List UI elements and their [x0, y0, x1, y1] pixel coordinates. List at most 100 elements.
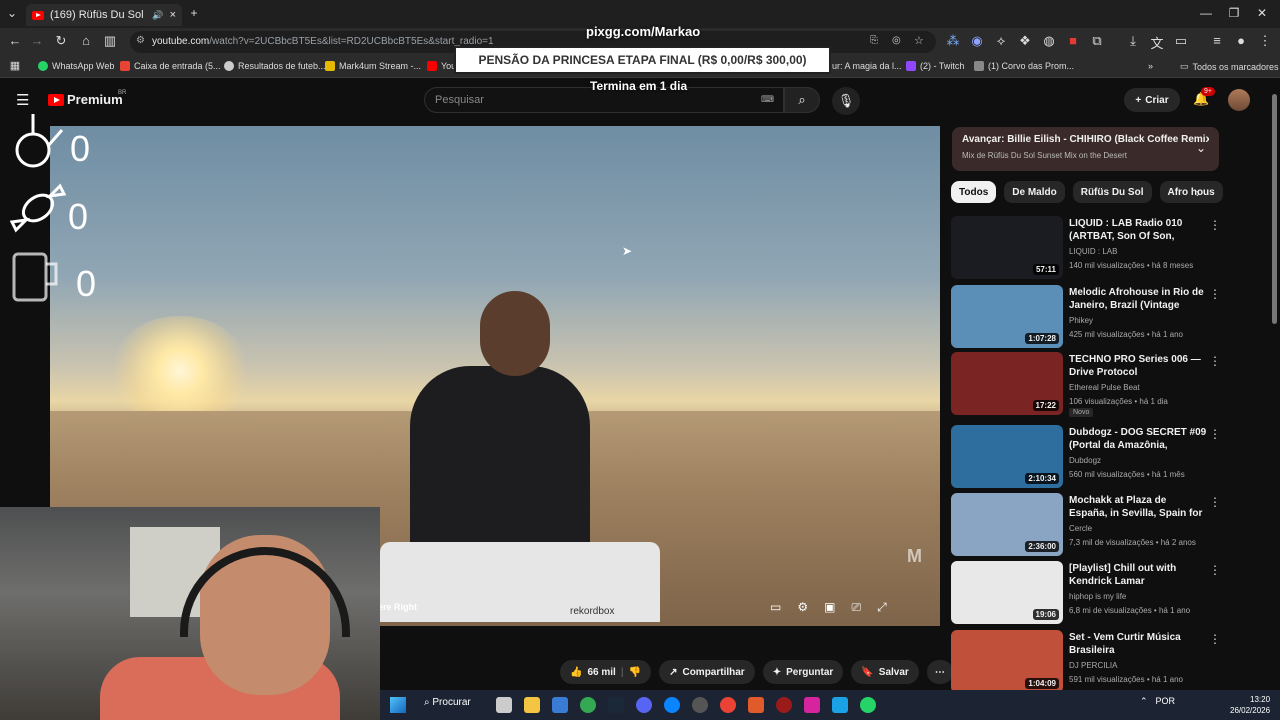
tab-close-icon[interactable]: × [170, 9, 176, 21]
video-thumbnail[interactable]: 2:10:34 [951, 425, 1063, 488]
more-vertical-icon[interactable]: ⋮ [1209, 218, 1221, 232]
chip-todos[interactable]: Todos [951, 181, 997, 203]
video-title[interactable]: [Playlist] Chill out with Kendrick Lamar [1069, 562, 1207, 588]
reload-icon[interactable]: ↻ [52, 33, 70, 49]
xbox-icon[interactable] [580, 697, 596, 713]
recommended-video[interactable]: 19:06 [Playlist] Chill out with Kendrick … [951, 561, 1221, 625]
home-icon[interactable]: ⌂ [77, 33, 95, 48]
video-thumbnail[interactable]: 57:11 [951, 216, 1063, 279]
system-tray[interactable]: ⌃ POR [1140, 696, 1175, 707]
bookmark-twitch[interactable]: (2) - Twitch [906, 61, 964, 71]
video-thumbnail[interactable]: 1:04:09 [951, 630, 1063, 693]
video-title[interactable]: Mochakk at Plaza de España, in Sevilla, … [1069, 494, 1207, 520]
cast-icon[interactable]: ▭ [1172, 33, 1190, 49]
extensions-puzzle-icon[interactable]: ⧉ [1088, 33, 1106, 49]
channel-name[interactable]: hiphop is my life [1069, 592, 1126, 601]
extension-icon-4[interactable]: ❖ [1016, 33, 1034, 49]
tab-youtube[interactable]: (169) Rüfüs Du Sol Sunset M 🔊 × [26, 4, 182, 26]
scrollbar-thumb[interactable] [1272, 94, 1277, 324]
endscreen-label[interactable]: ere Right [378, 602, 417, 612]
browser-menu-icon[interactable]: ⋮ [1256, 33, 1274, 49]
channel-name[interactable]: DJ PERCILIA [1069, 661, 1117, 670]
page-scrollbar[interactable] [1270, 84, 1278, 684]
more-vertical-icon[interactable]: ⋮ [1209, 287, 1221, 301]
app-icon-red[interactable] [776, 697, 792, 713]
channel-name[interactable]: Ethereal Pulse Beat [1069, 383, 1140, 392]
miniplayer-icon[interactable]: ▣ [824, 600, 835, 615]
fullscreen-icon[interactable]: ⤢ [877, 600, 887, 615]
chevron-right-icon[interactable]: › [1196, 186, 1200, 200]
file-explorer-icon[interactable] [524, 697, 540, 713]
thumbs-down-icon[interactable]: 👎 [629, 667, 641, 678]
discord-icon[interactable] [636, 697, 652, 713]
task-view-icon[interactable] [496, 697, 512, 713]
video-title[interactable]: Melodic Afrohouse in Rio de Janeiro, Bra… [1069, 286, 1207, 312]
channel-name[interactable]: Phikey [1069, 316, 1093, 325]
apps-grid-icon[interactable]: ▦ [6, 59, 24, 72]
video-title[interactable]: LIQUID : LAB Radio 010 (ARTBAT, Son Of S… [1069, 217, 1207, 243]
recommended-video[interactable]: 2:10:34 Dubdogz - DOG SECRET #09 (Portal … [951, 425, 1221, 489]
new-tab-button[interactable]: + [184, 6, 204, 20]
all-bookmarks-folder[interactable]: ▭ Todos os marcadores [1180, 61, 1279, 72]
bookmark-gmail[interactable]: Caixa de entrada (5... [120, 61, 221, 71]
eye-off-icon[interactable]: ◎ [892, 35, 901, 46]
playlist-upnext-panel[interactable]: Avançar: Billie Eilish - CHIHIRO (Black … [952, 127, 1219, 171]
settings-gear-icon[interactable]: ⚙ [797, 600, 808, 615]
voice-search-button[interactable]: 🎙 [832, 87, 860, 115]
bookmark-futebol[interactable]: Resultados de futeb... [224, 61, 326, 71]
recommended-video[interactable]: 2:36:00 Mochakk at Plaza de España, in Se… [951, 493, 1221, 557]
recommended-video[interactable]: 17:22 TECHNO PRO Series 006 — Drive Proto… [951, 352, 1221, 417]
recommended-video[interactable]: 1:07:28 Melodic Afrohouse in Rio de Janei… [951, 285, 1221, 349]
ask-button[interactable]: ✦ Perguntar [762, 660, 844, 684]
channel-name[interactable]: LIQUID : LAB [1069, 247, 1117, 256]
app-icon-blue[interactable] [832, 697, 848, 713]
search-button[interactable]: ⌕ [784, 87, 820, 113]
video-thumbnail[interactable]: 1:07:28 [951, 285, 1063, 348]
more-vertical-icon[interactable]: ⋮ [1209, 495, 1221, 509]
create-button[interactable]: + Criar [1124, 88, 1180, 112]
extension-icon-3[interactable]: ⟡ [992, 33, 1010, 49]
tray-chevron-icon[interactable]: ⌃ [1140, 696, 1148, 706]
bookmark-youtube[interactable]: You [427, 61, 456, 71]
chip-de-maldo[interactable]: De Maldo [1004, 181, 1065, 203]
keyboard-icon[interactable]: ⌨ [761, 94, 774, 105]
steam-icon[interactable] [608, 697, 624, 713]
video-thumbnail[interactable]: 2:36:00 [951, 493, 1063, 556]
bookmarks-overflow-icon[interactable]: » [1148, 61, 1153, 71]
bookmark-corvo[interactable]: (1) Corvo das Prom... [974, 61, 1074, 71]
bookmark-star-icon[interactable]: ☆ [914, 34, 924, 47]
save-button[interactable]: 🔖 Salvar [851, 660, 919, 684]
bookmark-magia[interactable]: ur: A magia da l... [832, 61, 902, 71]
bookmark-whatsapp[interactable]: WhatsApp Web [38, 61, 114, 71]
tab-search-icon[interactable]: ⌄ [2, 6, 22, 20]
recommended-video[interactable]: 1:04:09 Set - Vem Curtir Música Brasileir… [951, 630, 1221, 694]
more-actions-button[interactable]: ⋯ [926, 660, 953, 684]
channel-watermark-icon[interactable]: M [907, 546, 922, 567]
share-button[interactable]: ↗ Compartilhar [659, 660, 755, 684]
like-button[interactable]: 👍 66 mil | 👎 [560, 660, 652, 684]
taskbar-clock[interactable]: 13:20 26/02/2026 [1230, 694, 1270, 716]
windows-start-icon[interactable] [390, 697, 406, 713]
sidepanel-icon[interactable]: ▥ [101, 33, 119, 49]
channel-name[interactable]: Dubdogz [1069, 456, 1101, 465]
video-title[interactable]: Set - Vem Curtir Música Brasileira [1069, 631, 1207, 657]
more-vertical-icon[interactable]: ⋮ [1209, 632, 1221, 646]
chip-afro-house[interactable]: Afro hous [1159, 181, 1223, 203]
back-icon[interactable]: ← [6, 33, 24, 48]
extension-icon-6[interactable]: ■ [1064, 33, 1082, 48]
video-title[interactable]: Dubdogz - DOG SECRET #09 (Portal da Amaz… [1069, 426, 1207, 452]
cast-icon[interactable]: ⎚ [851, 600, 861, 615]
edge-icon[interactable] [664, 697, 680, 713]
forward-icon[interactable]: → [28, 33, 46, 48]
install-icon[interactable]: ⎘ [870, 35, 878, 46]
account-avatar[interactable] [1228, 89, 1250, 111]
extension-icon-1[interactable]: ⁂ [944, 33, 962, 49]
profile-avatar-icon[interactable]: ● [1232, 33, 1250, 48]
extension-icon-2[interactable]: ◉ [968, 33, 986, 49]
video-thumbnail[interactable]: 19:06 [951, 561, 1063, 624]
site-info-icon[interactable]: ⚙ [136, 35, 145, 46]
maximize-button[interactable]: ❐ [1224, 6, 1244, 20]
more-vertical-icon[interactable]: ⋮ [1209, 563, 1221, 577]
more-vertical-icon[interactable]: ⋮ [1209, 427, 1221, 441]
store-icon[interactable] [552, 697, 568, 713]
